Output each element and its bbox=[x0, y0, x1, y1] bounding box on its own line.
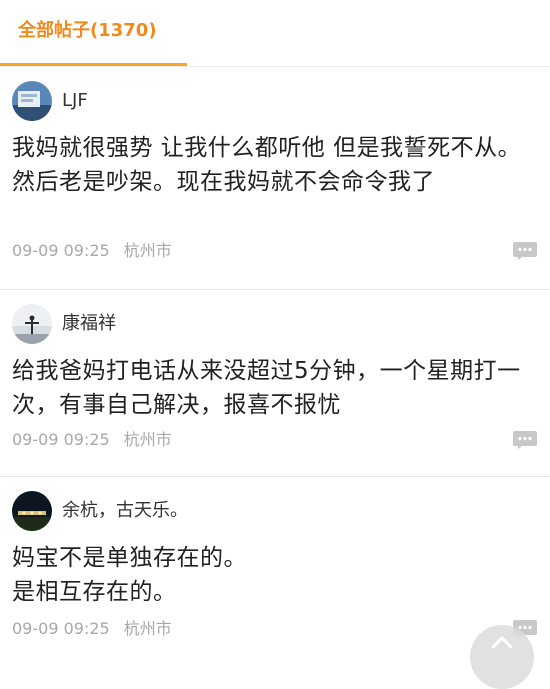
avatar[interactable] bbox=[12, 304, 52, 344]
post-location: 杭州市 bbox=[123, 619, 172, 638]
post-content: 妈宝不是单独存在的。 是相互存在的。 bbox=[12, 541, 538, 609]
post-meta: 09-09 09:25 杭州市 bbox=[12, 241, 172, 261]
tab-bar: 全部帖子(1370) bbox=[0, 0, 550, 67]
post-username[interactable]: 康福祥 bbox=[62, 312, 116, 336]
post-content-line: 给我爸妈打电话从来没超过5分钟，一个星期打一次，有事自己解决，报喜不报忧 bbox=[12, 358, 521, 418]
post-location: 杭州市 bbox=[123, 430, 172, 449]
post-date: 09-09 09:25 bbox=[12, 619, 110, 638]
speech-bubble-icon[interactable] bbox=[512, 430, 538, 450]
post-content-line: 妈宝不是单独存在的。 bbox=[12, 545, 247, 571]
post-content: 给我爸妈打电话从来没超过5分钟，一个星期打一次，有事自己解决，报喜不报忧 bbox=[12, 354, 538, 422]
post-meta: 09-09 09:25 杭州市 bbox=[12, 430, 172, 450]
post-meta: 09-09 09:25 杭州市 bbox=[12, 619, 172, 639]
post-date: 09-09 09:25 bbox=[12, 430, 110, 449]
post-username[interactable]: 余杭，古天乐。 bbox=[62, 499, 188, 523]
tab-active-indicator bbox=[0, 63, 187, 66]
avatar[interactable] bbox=[12, 81, 52, 121]
post-date: 09-09 09:25 bbox=[12, 241, 110, 260]
scroll-top-button[interactable] bbox=[470, 625, 534, 689]
avatar[interactable] bbox=[12, 491, 52, 531]
post-content: 我妈就很强势 让我什么都听他 但是我誓死不从。然后老是吵架。现在我妈就不会命令我… bbox=[12, 131, 538, 199]
post-item[interactable]: 康福祥 给我爸妈打电话从来没超过5分钟，一个星期打一次，有事自己解决，报喜不报忧… bbox=[0, 290, 550, 477]
tab-all-posts-label: 全部帖子(1370) bbox=[18, 20, 157, 41]
tab-all-posts[interactable]: 全部帖子(1370) bbox=[0, 0, 187, 66]
post-content-line: 是相互存在的。 bbox=[12, 579, 177, 605]
speech-bubble-icon[interactable] bbox=[512, 241, 538, 261]
post-item[interactable]: 余杭，古天乐。 妈宝不是单独存在的。 是相互存在的。 09-09 09:25 杭州… bbox=[0, 477, 550, 655]
post-content-line: 我妈就很强势 让我什么都听他 但是我誓死不从。然后老是吵架。现在我妈就不会命令我… bbox=[12, 135, 522, 195]
post-location: 杭州市 bbox=[123, 241, 172, 260]
chevron-up-icon bbox=[491, 636, 513, 649]
post-username[interactable]: LJF bbox=[62, 89, 88, 113]
post-item[interactable]: LJF 我妈就很强势 让我什么都听他 但是我誓死不从。然后老是吵架。现在我妈就不… bbox=[0, 67, 550, 290]
